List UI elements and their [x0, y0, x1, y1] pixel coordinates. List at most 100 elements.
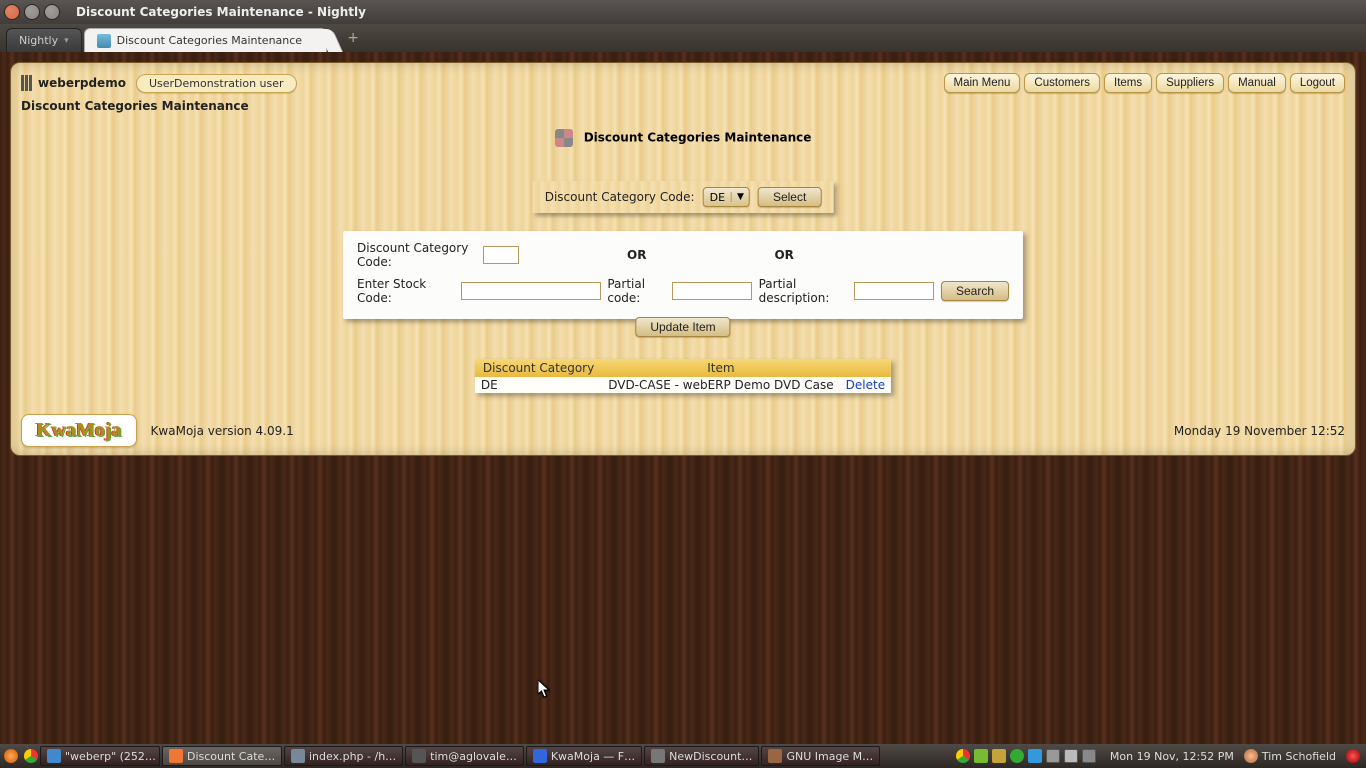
- partial-desc-input[interactable]: [854, 282, 934, 300]
- discount-code-input[interactable]: [483, 246, 519, 264]
- taskbar-user[interactable]: Tim Schofield: [1262, 750, 1336, 763]
- chrome-icon[interactable]: [24, 749, 38, 763]
- stock-code-label: Enter Stock Code:: [357, 277, 461, 305]
- col-discount-category: Discount Category: [475, 359, 602, 377]
- taskbar-item[interactable]: tim@aglovale…: [405, 746, 524, 766]
- tray-icon[interactable]: [974, 749, 988, 763]
- discount-code-select[interactable]: DE ▼: [703, 187, 750, 207]
- nav-logout[interactable]: Logout: [1290, 73, 1345, 93]
- taskbar-item[interactable]: index.php - /h…: [284, 746, 403, 766]
- company-name: weberpdemo: [38, 76, 126, 90]
- table-row: DE DVD-CASE - webERP Demo DVD Case Delet…: [475, 377, 891, 393]
- taskbar-label: tim@aglovale…: [430, 750, 517, 763]
- tab-pinned-label: Nightly: [19, 34, 58, 47]
- tray-icon[interactable]: [992, 749, 1006, 763]
- taskbar-item[interactable]: GNU Image M…: [761, 746, 880, 766]
- nav-suppliers[interactable]: Suppliers: [1156, 73, 1224, 93]
- nav-customers[interactable]: Customers: [1024, 73, 1100, 93]
- table-header-row: Discount Category Item: [475, 359, 891, 377]
- taskbar-item[interactable]: KwaMoja — F…: [526, 746, 642, 766]
- app-icon: [47, 749, 61, 763]
- footer-date: Monday 19 November 12:52: [1174, 424, 1345, 438]
- tab-active[interactable]: Discount Categories Maintenance: [84, 28, 327, 52]
- taskbar-label: "weberp" (252…: [65, 750, 156, 763]
- mouse-cursor-icon: [538, 680, 552, 704]
- tools-icon: [555, 129, 573, 147]
- taskbar-item[interactable]: NewDiscount…: [644, 746, 759, 766]
- chevron-down-icon: ▾: [64, 36, 69, 46]
- discount-code-value: DE: [704, 191, 731, 204]
- nav-main-menu[interactable]: Main Menu: [944, 73, 1021, 93]
- user-avatar-icon[interactable]: [1244, 749, 1258, 763]
- app-icon: [651, 749, 665, 763]
- tray-icon[interactable]: [1046, 749, 1060, 763]
- version-text: KwaMoja version 4.09.1: [151, 424, 294, 438]
- partial-code-input[interactable]: [672, 282, 752, 300]
- page-content: weberpdemo UserDemonstration user Main M…: [10, 62, 1356, 456]
- update-item-button[interactable]: Update Item: [635, 317, 730, 337]
- nav-manual[interactable]: Manual: [1228, 73, 1286, 93]
- col-item: Item: [602, 359, 839, 377]
- user-prefix: User: [149, 77, 174, 90]
- taskbar: "weberp" (252… Discount Cate… index.php …: [0, 744, 1366, 768]
- chevron-down-icon: ▼: [731, 192, 749, 202]
- start-menu-icon[interactable]: [4, 749, 18, 763]
- app-icon: [533, 749, 547, 763]
- or-label-1: OR: [627, 248, 646, 262]
- stock-code-input[interactable]: [461, 282, 601, 300]
- select-button[interactable]: Select: [758, 187, 821, 207]
- update-bar: Update Item: [635, 316, 730, 337]
- page-title: Discount Categories Maintenance: [21, 99, 249, 113]
- search-button[interactable]: Search: [941, 281, 1009, 301]
- tray-icon[interactable]: [1028, 749, 1042, 763]
- tray-icon[interactable]: [1082, 749, 1096, 763]
- cell-category: DE: [475, 377, 602, 393]
- selector-label: Discount Category Code:: [545, 190, 695, 204]
- database-icon: [21, 75, 32, 91]
- window-maximize-icon[interactable]: [44, 4, 60, 20]
- tray-icon[interactable]: [956, 749, 970, 763]
- taskbar-label: GNU Image M…: [786, 750, 873, 763]
- app-icon: [412, 749, 426, 763]
- tray-icon[interactable]: [1064, 749, 1078, 763]
- discount-code-label: Discount Category Code:: [357, 241, 483, 269]
- taskbar-label: Discount Cate…: [187, 750, 275, 763]
- center-heading-text: Discount Categories Maintenance: [584, 131, 812, 145]
- center-heading: Discount Categories Maintenance: [11, 127, 1355, 147]
- taskbar-label: KwaMoja — F…: [551, 750, 635, 763]
- power-icon[interactable]: [1346, 749, 1360, 763]
- tray-icon[interactable]: [1010, 749, 1024, 763]
- window-title: Discount Categories Maintenance - Nightl…: [76, 5, 366, 19]
- window-minimize-icon[interactable]: [24, 4, 40, 20]
- or-label-2: OR: [774, 248, 793, 262]
- user-name: Demonstration user: [174, 77, 284, 90]
- browser-tab-bar: Nightly ▾ Discount Categories Maintenanc…: [0, 24, 1366, 52]
- col-actions: [840, 359, 891, 377]
- results-table: Discount Category Item DE DVD-CASE - web…: [475, 359, 891, 393]
- tab-favicon-icon: [97, 34, 111, 48]
- user-pill[interactable]: UserDemonstration user: [136, 74, 297, 93]
- delete-link[interactable]: Delete: [846, 378, 885, 392]
- search-panel: Discount Category Code: OR OR Enter Stoc…: [343, 231, 1023, 319]
- app-icon: [291, 749, 305, 763]
- system-tray: Mon 19 Nov, 12:52 PM Tim Schofield: [956, 749, 1366, 763]
- app-icon: [768, 749, 782, 763]
- tab-active-label: Discount Categories Maintenance: [117, 34, 302, 47]
- kwamoja-logo[interactable]: KwaMoja: [21, 414, 137, 447]
- page-header: weberpdemo UserDemonstration user Main M…: [21, 73, 1345, 93]
- taskbar-label: NewDiscount…: [669, 750, 752, 763]
- partial-code-label: Partial code:: [607, 277, 668, 305]
- window-close-icon[interactable]: [4, 4, 20, 20]
- partial-desc-label: Partial description:: [759, 277, 851, 305]
- tab-pinned[interactable]: Nightly ▾: [6, 28, 82, 52]
- selector-bar: Discount Category Code: DE ▼ Select: [533, 181, 834, 213]
- nav-items[interactable]: Items: [1104, 73, 1152, 93]
- page-footer: KwaMoja KwaMoja version 4.09.1 Monday 19…: [21, 414, 1345, 447]
- new-tab-button[interactable]: +: [343, 30, 363, 46]
- app-icon: [169, 749, 183, 763]
- cell-item: DVD-CASE - webERP Demo DVD Case: [602, 377, 839, 393]
- taskbar-label: index.php - /h…: [309, 750, 396, 763]
- taskbar-item[interactable]: "weberp" (252…: [40, 746, 160, 766]
- taskbar-clock[interactable]: Mon 19 Nov, 12:52 PM: [1110, 750, 1234, 763]
- taskbar-item[interactable]: Discount Cate…: [162, 746, 282, 766]
